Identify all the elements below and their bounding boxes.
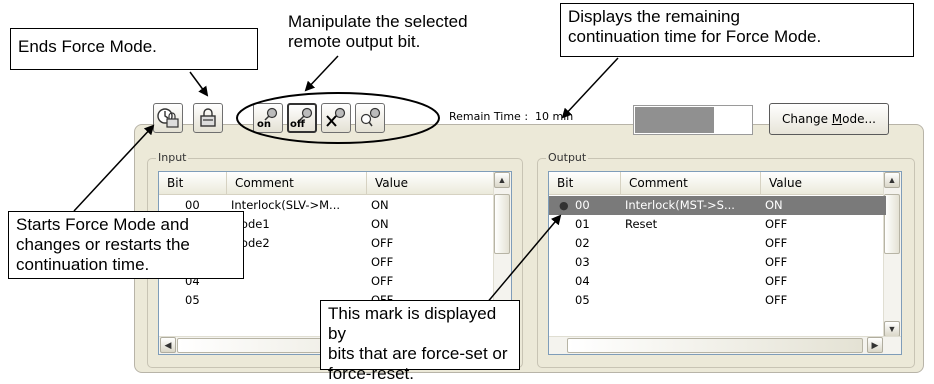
- callout-remaining-line1: Displays the remaining: [568, 7, 740, 26]
- callout-mark-line3: force-reset.: [328, 364, 414, 383]
- callout-force-mark: This mark is displayed by bits that are …: [320, 300, 520, 383]
- arrow-ends-force: [189, 71, 209, 97]
- callout-remaining-line2: continuation time for Force Mode.: [568, 27, 822, 46]
- callout-ends-force: Ends Force Mode.: [10, 28, 258, 70]
- callout-starts-force: Starts Force Mode and changes or restart…: [8, 211, 244, 279]
- callout-starts-line3: continuation time.: [16, 255, 150, 274]
- arrow-starts: [73, 124, 155, 212]
- callout-starts-line1: Starts Force Mode and: [16, 215, 189, 234]
- callout-ends-force-text: Ends Force Mode.: [18, 37, 157, 56]
- arrow-manipulate: [304, 55, 339, 92]
- callout-manipulate-line2: remote output bit.: [288, 32, 421, 51]
- callout-manipulate: Manipulate the selected remote output bi…: [288, 12, 468, 52]
- callout-mark-line2: bits that are force-set or: [328, 344, 508, 363]
- arrow-remaining: [561, 57, 619, 119]
- callout-starts-line2: changes or restarts the: [16, 235, 190, 254]
- callout-remaining: Displays the remaining continuation time…: [560, 3, 914, 57]
- callout-manipulate-line1: Manipulate the selected: [288, 12, 468, 31]
- callout-mark-line1: This mark is displayed by: [328, 304, 497, 343]
